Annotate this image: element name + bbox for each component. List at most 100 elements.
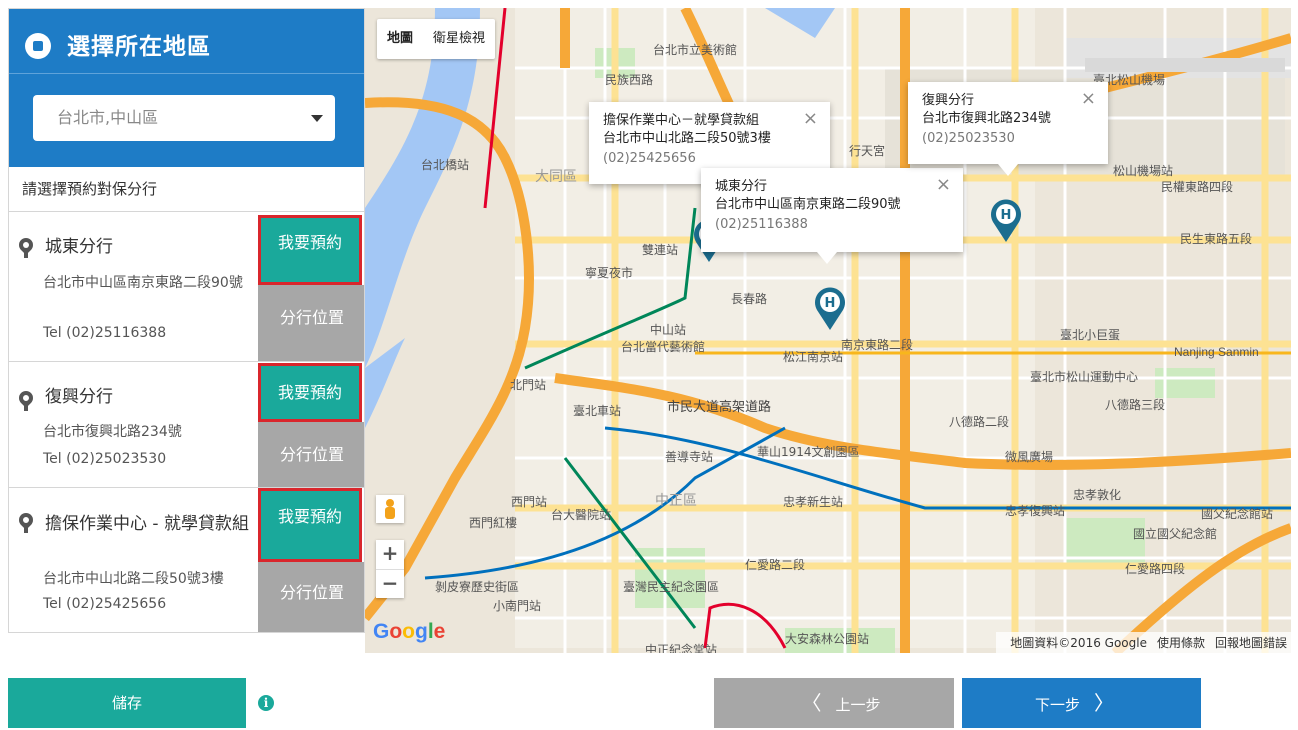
map-label: 國立國父紀念館: [1133, 527, 1218, 541]
map-label: 臺北市松山運動中心: [1030, 370, 1139, 384]
zoom-control: + −: [376, 540, 404, 598]
info-icon[interactable]: i: [258, 695, 274, 711]
terms-link[interactable]: 使用條款: [1157, 636, 1205, 650]
previous-step-label: 上一步: [835, 696, 881, 714]
map-label: 寧夏夜市: [585, 266, 634, 280]
region-select[interactable]: 台北市,中山區: [33, 95, 335, 141]
branch-tel: Tel (02)25023530: [43, 451, 167, 467]
info-window-phone: (02)25116388: [715, 217, 808, 232]
info-window-title: 城東分行: [715, 179, 768, 194]
info-window: 復興分行 台北市復興北路234號 (02)25023530 ×: [908, 82, 1108, 176]
info-window-title: 擔保作業中心－就學貸款組: [603, 113, 760, 128]
map-attribution: 地圖資料©2016 Google 使用條款 回報地圖錯誤: [996, 632, 1291, 653]
panel-title: 選擇所在地區: [67, 34, 211, 60]
map-label: 西門紅樓: [469, 516, 518, 530]
map-label: 大安森林公園站: [785, 632, 870, 646]
map-label: 雙連站: [642, 243, 679, 257]
map-type-control: 地圖 衛星檢視: [377, 19, 496, 59]
map-label: 八德路二段: [949, 415, 1010, 429]
branch-address: 台北市中山北路二段50號3樓: [43, 571, 224, 587]
panel-header: 選擇所在地區 台北市,中山區: [9, 9, 364, 167]
map-pin-tail: [24, 403, 28, 411]
map-pin-tail: [24, 525, 28, 533]
caret-down-icon: [311, 115, 323, 122]
zoom-in-button[interactable]: +: [376, 540, 404, 570]
map-label: 台北當代藝術館: [621, 340, 706, 354]
chevron-right-icon: 〉: [1094, 691, 1114, 715]
info-window-tail: [998, 164, 1018, 176]
zoom-out-button[interactable]: −: [376, 570, 404, 599]
branch-item: 擔保作業中心 - 就學貸款組 台北市中山北路二段50號3樓 Tel (02)25…: [9, 488, 364, 632]
branch-panel: 選擇所在地區 台北市,中山區 請選擇預約對保分行 城東分行 台北市中山區南京東路…: [8, 8, 365, 633]
branch-name: 城東分行: [45, 237, 113, 257]
book-button[interactable]: 我要預約: [258, 363, 362, 422]
region-select-value: 台北市,中山區: [57, 108, 159, 127]
map-pin-tail: [24, 250, 28, 258]
google-logo[interactable]: Google: [373, 620, 445, 644]
map-label: 臺北車站: [573, 404, 622, 418]
map-label: 中正紀念堂站: [645, 643, 718, 653]
map-label: 臺北小巨蛋: [1060, 328, 1121, 342]
map-data-credit: 地圖資料©2016 Google: [1010, 636, 1147, 650]
svg-text:H: H: [825, 296, 836, 311]
map-label: 行天宮: [849, 144, 886, 158]
branch-tel: Tel (02)25116388: [43, 325, 167, 341]
next-step-button[interactable]: 下一步〉: [962, 678, 1201, 728]
info-window-address: 台北市中山區南京東路二段90號: [715, 197, 901, 212]
map-label: 松山機場站: [1113, 164, 1174, 178]
branch-name: 擔保作業中心 - 就學貸款組: [45, 514, 249, 534]
map-label: 中山站: [650, 323, 687, 337]
bank-marker-icon[interactable]: H: [813, 286, 847, 330]
info-window-title: 復興分行: [922, 93, 975, 108]
map-label: 忠孝敦化: [1073, 488, 1122, 502]
map-label: 西門站: [511, 495, 548, 509]
book-button[interactable]: 我要預約: [258, 488, 362, 562]
map-label: 民權東路四段: [1161, 180, 1234, 194]
close-icon[interactable]: ×: [803, 108, 818, 129]
map-label: 大同區: [535, 169, 577, 185]
bank-marker-icon[interactable]: H: [989, 198, 1023, 242]
map-label: 臺灣民主紀念園區: [623, 580, 720, 594]
map-label: 台大醫院站: [551, 508, 612, 522]
close-icon[interactable]: ×: [1081, 88, 1096, 109]
save-button[interactable]: 儲存: [8, 678, 246, 728]
divider: [9, 73, 364, 74]
branch-address: 台北市中山區南京東路二段90號: [43, 275, 243, 291]
close-icon[interactable]: ×: [936, 174, 951, 195]
map-label: 民族西路: [605, 73, 654, 87]
info-window-address: 台北市中山北路二段50號3樓: [603, 131, 771, 146]
branch-item: 復興分行 台北市復興北路234號 Tel (02)25023530 我要預約 分…: [9, 362, 364, 488]
report-map-error-link[interactable]: 回報地圖錯誤: [1215, 636, 1287, 650]
map-label: 北門站: [510, 378, 547, 392]
map-type-map-tab[interactable]: 地圖: [377, 19, 423, 59]
branch-location-button[interactable]: 分行位置: [258, 285, 364, 361]
map-type-satellite-tab[interactable]: 衛星檢視: [423, 19, 495, 59]
map-label: 忠孝新生站: [783, 495, 844, 509]
map-label: 松江南京站: [783, 350, 844, 364]
map-label: 善導寺站: [665, 450, 714, 464]
branch-location-button[interactable]: 分行位置: [258, 422, 364, 487]
branch-address: 台北市復興北路234號: [43, 424, 182, 440]
info-window-tail: [817, 252, 837, 264]
map-label: 南京東路二段: [841, 338, 914, 352]
previous-step-button[interactable]: 〈上一步: [714, 678, 954, 728]
map-label: 台北市立美術館: [653, 43, 738, 57]
chevron-left-icon: 〈: [801, 691, 822, 715]
map-label: Nanjing Sanmin: [1174, 345, 1259, 359]
branch-map[interactable]: 台北市立美術館 民族西路 臺北松山機場 行天宮 松山機場站 民權東路四段 台北橋…: [365, 8, 1291, 653]
branch-location-button[interactable]: 分行位置: [258, 562, 364, 632]
info-window-address: 台北市復興北路234號: [922, 111, 1051, 126]
next-step-label: 下一步: [1034, 696, 1080, 714]
map-label: 剝皮寮歷史街區: [435, 580, 520, 594]
map-label: 長春路: [731, 292, 768, 306]
branch-item: 城東分行 台北市中山區南京東路二段90號 Tel (02)25116388 我要…: [9, 212, 364, 362]
map-label: 台北橋站: [421, 158, 470, 172]
map-label: 小南門站: [493, 599, 542, 613]
book-button[interactable]: 我要預約: [258, 215, 362, 285]
map-label: 華山1914文創園區: [757, 445, 860, 459]
map-label: 八德路三段: [1105, 398, 1166, 412]
map-label: 中正區: [655, 493, 697, 509]
svg-text:H: H: [1001, 208, 1012, 223]
map-label: 仁愛路四段: [1125, 562, 1186, 576]
street-view-pegman-icon[interactable]: [376, 495, 404, 523]
